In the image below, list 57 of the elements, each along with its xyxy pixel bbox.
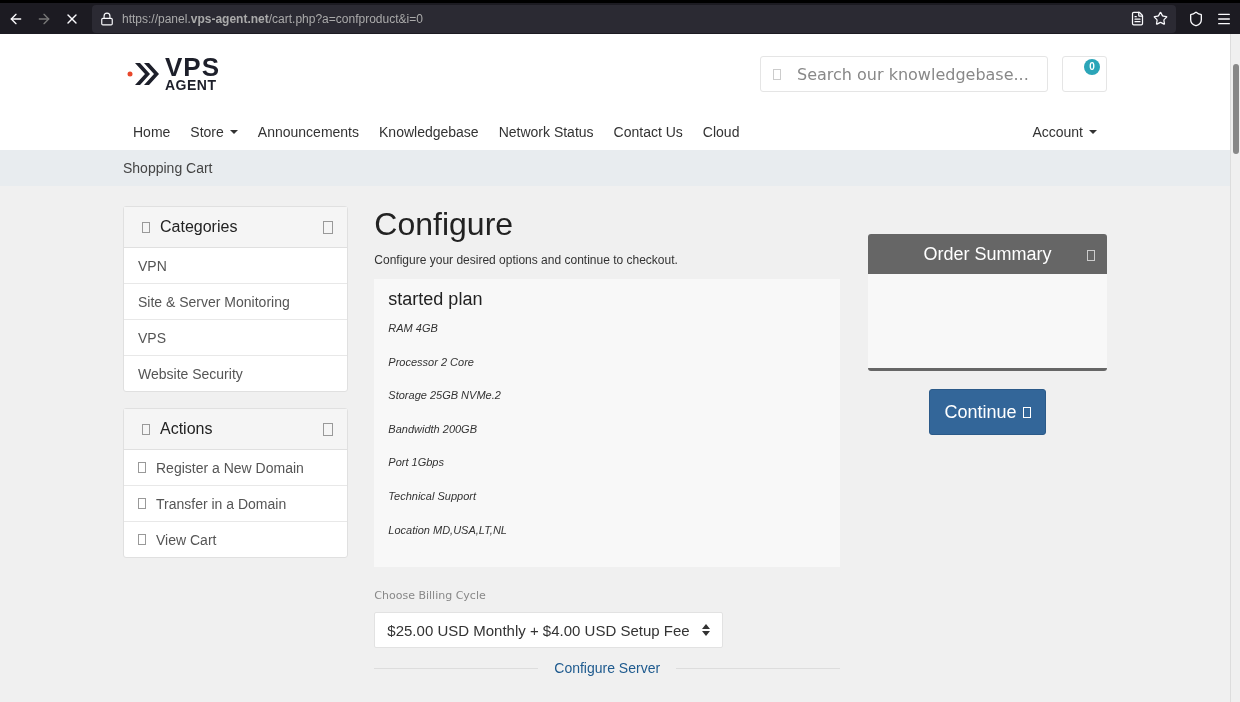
- glyph-placeholder-icon: [138, 498, 146, 509]
- nav-link[interactable]: Store: [180, 124, 248, 140]
- panel-title: Categories: [160, 218, 239, 236]
- glyph-placeholder-icon: [773, 68, 781, 80]
- sort-arrows-icon: [701, 624, 710, 637]
- reader-view-icon[interactable]: [1130, 11, 1145, 26]
- feature-text: Technical Support: [388, 489, 476, 502]
- sidebar-item[interactable]: Website Security: [124, 355, 348, 391]
- feature-text: Processor 2 Core: [388, 355, 474, 368]
- feature-text: RAM 4GB: [388, 322, 438, 334]
- glyph-placeholder-icon: [138, 534, 146, 545]
- product-name: started plan: [388, 289, 484, 310]
- url-text: https://panel.vps-agent.net/cart.php?a=confproduct&i=0: [122, 11, 423, 26]
- feature-text: Location MD,USA,LT,NL: [388, 523, 507, 536]
- section-heading: Configure Server: [554, 660, 661, 677]
- page-title: Configure: [374, 206, 515, 243]
- glyph-placeholder-icon: [1022, 406, 1031, 418]
- continue-button[interactable]: Continue: [929, 389, 1046, 435]
- breadcrumb[interactable]: Shopping Cart: [123, 160, 213, 176]
- shield-icon[interactable]: [1188, 10, 1204, 27]
- feature-text: Port 1Gbps: [388, 456, 444, 469]
- nav-link[interactable]: Contact Us: [603, 124, 693, 140]
- sidebar-item[interactable]: Site & Server Monitoring: [124, 283, 348, 319]
- field-label: Choose Billing Cycle: [374, 589, 486, 603]
- caret-icon: [1089, 130, 1097, 134]
- sidebar-item[interactable]: VPN: [124, 248, 348, 283]
- nav-link[interactable]: Cloud: [692, 124, 750, 140]
- caret-icon: [229, 130, 238, 134]
- account-menu[interactable]: Account: [1022, 124, 1107, 140]
- page-subtitle: Configure your desired options and continue to checkout.: [374, 253, 679, 267]
- scrollbar-thumb[interactable]: [1232, 64, 1239, 154]
- glyph-placeholder-icon: [1087, 250, 1095, 261]
- sidebar-item[interactable]: Register a New Domain: [124, 450, 348, 485]
- sidebar-item[interactable]: View Cart: [124, 521, 348, 557]
- logo-text: AGENT: [165, 79, 218, 92]
- panel-title: Order Summary: [923, 243, 1052, 265]
- glyph-placeholder-icon: [323, 220, 334, 234]
- panel-title: Actions: [160, 420, 214, 438]
- glyph-placeholder-icon: [142, 423, 150, 435]
- lock-icon: [100, 11, 114, 26]
- nav-link[interactable]: Knowledgebase: [369, 124, 489, 140]
- search-field[interactable]: Search our knowledgebase...: [760, 56, 1048, 92]
- feature-text: Bandwidth 200GB: [388, 422, 477, 435]
- bookmark-star-icon[interactable]: [1153, 11, 1168, 26]
- nav-link[interactable]: Network Status: [488, 124, 604, 140]
- address-bar[interactable]: https://panel.vps-agent.net/cart.php?a=confproduct&i=0: [92, 4, 1176, 33]
- sidebar-item[interactable]: Transfer in a Domain: [124, 485, 348, 521]
- logo-text: VPS: [165, 56, 221, 80]
- cart-count-badge: 0: [1084, 59, 1100, 75]
- sidebar-item[interactable]: VPS: [124, 319, 348, 355]
- glyph-placeholder-icon: [138, 462, 146, 473]
- nav-link[interactable]: Announcements: [247, 124, 369, 140]
- glyph-placeholder-icon: [142, 221, 150, 233]
- nav-link[interactable]: Home: [123, 124, 181, 140]
- glyph-placeholder-icon: [323, 422, 334, 436]
- feature-text: Storage 25GB NVMe.2: [388, 389, 501, 402]
- billing-cycle-select[interactable]: $25.00 USD Monthly + $4.00 USD Setup Fee: [374, 612, 723, 649]
